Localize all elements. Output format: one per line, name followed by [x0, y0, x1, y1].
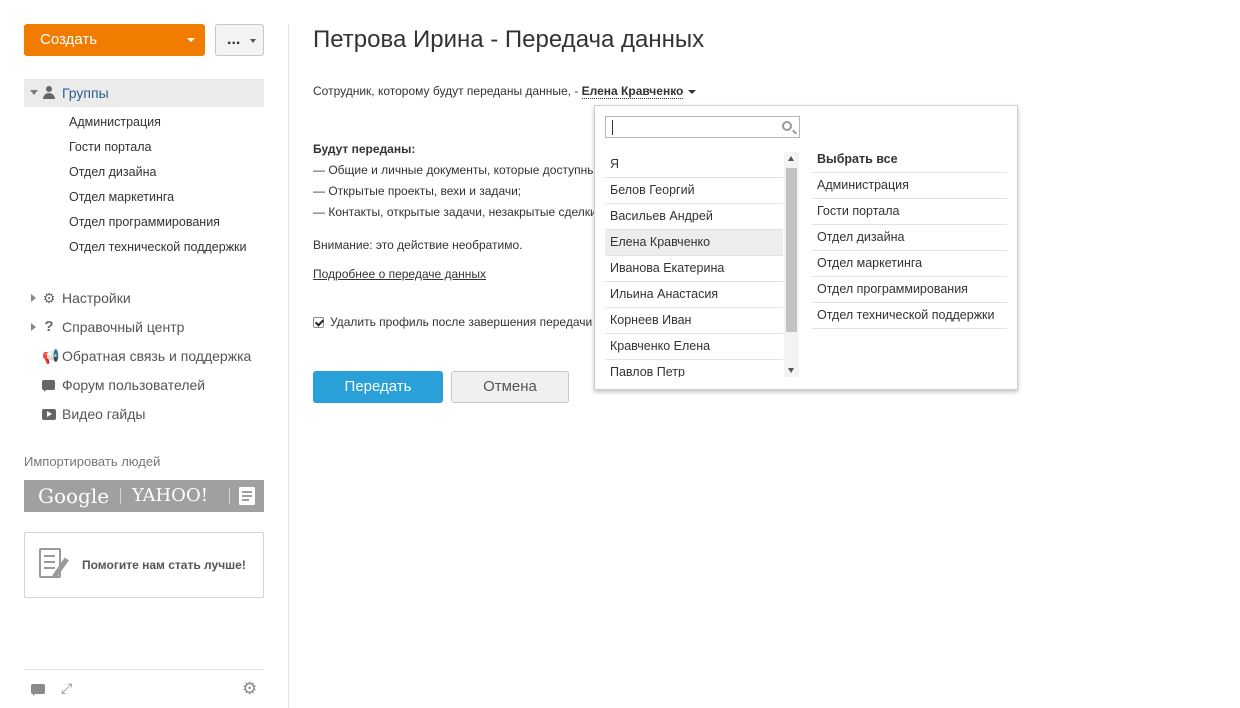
sidebar-item-label: Настройки: [62, 290, 131, 306]
megaphone-icon: 📢: [42, 348, 60, 364]
search-icon[interactable]: [782, 121, 792, 131]
transfer-list: — Общие и личные документы, которые дост…: [313, 162, 603, 225]
group-filter-item[interactable]: Администрация: [812, 173, 1007, 199]
group-filter-item[interactable]: Отдел технической поддержки: [812, 303, 1007, 329]
group-filter-item[interactable]: Отдел программирования: [812, 277, 1007, 303]
user-list-item[interactable]: Павлов Петр: [605, 360, 783, 377]
help-us-improve-banner[interactable]: Помогите нам стать лучше!: [24, 532, 264, 598]
speech-bubble-icon: [42, 380, 55, 392]
import-yahoo-button[interactable]: YAHOO!: [132, 485, 208, 506]
scrollbar-thumb[interactable]: [786, 168, 797, 332]
group-filter-item[interactable]: Гости портала: [812, 199, 1007, 225]
user-list-item[interactable]: Иванова Екатерина: [605, 256, 783, 282]
more-info-link[interactable]: Подробнее о передаче данных: [313, 267, 486, 281]
sidebar-item-label: Обратная связь и поддержка: [62, 348, 252, 364]
sidebar-nav: ⚙ Настройки ? Справочный центр 📢 Обратна…: [24, 288, 264, 433]
sidebar-group-item[interactable]: Отдел технической поддержки: [69, 238, 247, 263]
chat-icon[interactable]: [31, 684, 45, 696]
sidebar-divider: [288, 24, 289, 708]
create-button[interactable]: Создать: [24, 24, 205, 56]
user-list: Я Белов Георгий Васильев Андрей Елена Кр…: [605, 152, 783, 377]
chevron-down-icon[interactable]: [688, 89, 697, 94]
user-selector-popup: Я Белов Георгий Васильев Андрей Елена Кр…: [594, 105, 1018, 390]
page-title: Петрова Ирина - Передача данных: [313, 26, 705, 53]
group-filter-list: Выбрать все Администрация Гости портала …: [812, 147, 1007, 329]
sidebar-item-forum[interactable]: Форум пользователей: [24, 375, 264, 404]
question-icon: ?: [44, 318, 54, 335]
settings-gear-icon[interactable]: ⚙: [242, 680, 257, 697]
sidebar-item-video[interactable]: Видео гайды: [24, 404, 264, 433]
sidebar-item-label: Справочный центр: [62, 319, 185, 335]
user-list-item[interactable]: Васильев Андрей: [605, 204, 783, 230]
transfer-item: — Контакты, открытые задачи, незакрытые …: [313, 205, 601, 219]
user-list-scrollbar[interactable]: [784, 152, 799, 377]
sidebar: Создать ... Группы Администрация Гости п…: [24, 24, 264, 708]
user-list-item[interactable]: Кравченко Елена: [605, 334, 783, 360]
sidebar-group-item[interactable]: Администрация: [69, 113, 247, 138]
more-menu-label: ...: [227, 31, 241, 48]
transfer-item: — Открытые проекты, вехи и задачи;: [313, 184, 522, 198]
delete-profile-label[interactable]: Удалить профиль после завершения передач…: [330, 315, 592, 329]
user-list-item-highlighted[interactable]: Елена Кравченко: [605, 230, 783, 256]
divider: [229, 488, 230, 504]
import-people-label: Импортировать людей: [24, 454, 161, 469]
more-menu-button[interactable]: ...: [215, 24, 264, 56]
user-icon: [43, 86, 55, 99]
group-filter-item[interactable]: Отдел маркетинга: [812, 251, 1007, 277]
import-sources-bar: Google YAHOO!: [24, 480, 264, 512]
select-all-item[interactable]: Выбрать все: [812, 147, 1007, 173]
video-play-icon: [42, 409, 56, 420]
cancel-button[interactable]: Отмена: [451, 371, 569, 403]
user-list-item[interactable]: Я: [605, 152, 783, 178]
text-cursor: [612, 120, 613, 135]
more-caret-icon: [250, 39, 256, 43]
help-us-improve-label: Помогите нам стать лучше!: [82, 558, 246, 572]
transfer-item: — Общие и личные документы, которые дост…: [313, 163, 603, 177]
delete-profile-row: Удалить профиль после завершения передач…: [313, 315, 603, 329]
sidebar-groups-header[interactable]: Группы: [24, 79, 264, 107]
group-filter-item[interactable]: Отдел дизайна: [812, 225, 1007, 251]
sidebar-item-label: Видео гайды: [62, 406, 146, 422]
import-google-button[interactable]: Google: [38, 484, 109, 508]
sidebar-group-item[interactable]: Отдел дизайна: [69, 163, 247, 188]
expand-triangle-icon[interactable]: [31, 294, 36, 302]
groups-label[interactable]: Группы: [62, 79, 109, 107]
scroll-up-arrow-icon[interactable]: [788, 156, 794, 161]
sidebar-group-list: Администрация Гости портала Отдел дизайн…: [69, 113, 247, 263]
user-list-item[interactable]: Корнеев Иван: [605, 308, 783, 334]
transfer-button[interactable]: Передать: [313, 371, 443, 403]
sidebar-group-item[interactable]: Отдел программирования: [69, 213, 247, 238]
divider: [24, 669, 264, 670]
irreversible-warning: Внимание: это действие необратимо.: [313, 238, 523, 252]
user-list-item[interactable]: Белов Георгий: [605, 178, 783, 204]
sidebar-item-help[interactable]: ? Справочный центр: [24, 317, 264, 346]
delete-profile-checkbox[interactable]: [313, 317, 324, 328]
sidebar-item-label: Форум пользователей: [62, 377, 206, 393]
sidebar-item-settings[interactable]: ⚙ Настройки: [24, 288, 264, 317]
transfer-heading: Будут переданы:: [313, 142, 416, 156]
gear-icon: ⚙: [42, 290, 56, 306]
sidebar-group-item[interactable]: Отдел маркетинга: [69, 188, 247, 213]
user-list-item[interactable]: Ильина Анастасия: [605, 282, 783, 308]
recipient-row: Сотрудник, которому будут переданы данны…: [313, 84, 697, 99]
expand-icon[interactable]: ⤢: [61, 681, 75, 695]
recipient-prefix: Сотрудник, которому будут переданы данны…: [313, 84, 582, 98]
scroll-down-arrow-icon[interactable]: [788, 368, 794, 373]
expand-triangle-icon[interactable]: [31, 323, 36, 331]
create-button-label: Создать: [40, 31, 98, 48]
user-search-input[interactable]: [605, 116, 800, 138]
sidebar-group-item[interactable]: Гости портала: [69, 138, 247, 163]
divider: [120, 488, 121, 504]
sidebar-item-feedback[interactable]: 📢 Обратная связь и поддержка: [24, 346, 264, 375]
recipient-selector[interactable]: Елена Кравченко: [581, 84, 684, 99]
collapse-triangle-icon[interactable]: [30, 90, 38, 95]
create-dropdown-caret-icon[interactable]: [187, 38, 195, 42]
import-file-icon[interactable]: [239, 487, 255, 505]
survey-form-icon: [39, 548, 69, 582]
